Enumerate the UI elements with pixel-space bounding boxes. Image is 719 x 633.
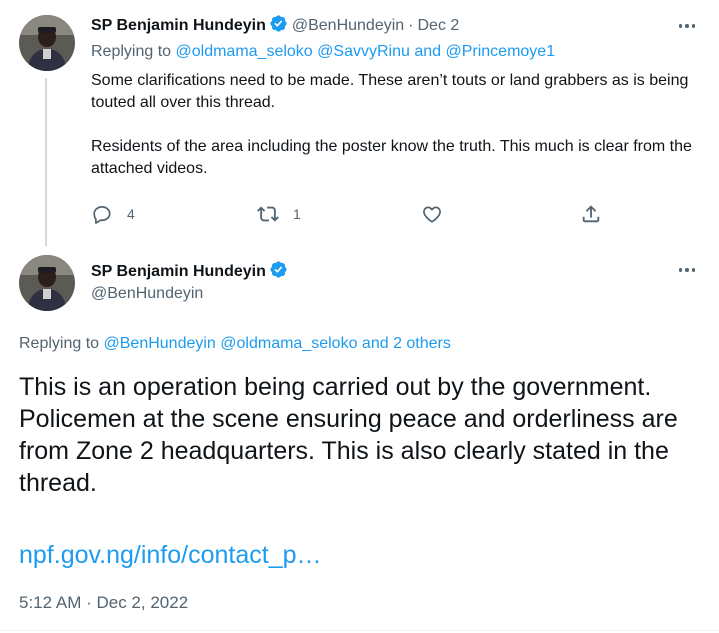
author-handle[interactable]: @BenHundeyin xyxy=(292,17,404,34)
mention-and[interactable]: and xyxy=(414,43,441,60)
share-button[interactable] xyxy=(580,203,602,225)
author-handle[interactable]: @BenHundeyin xyxy=(91,285,203,303)
verified-badge-icon xyxy=(270,15,287,32)
more-icon[interactable] xyxy=(676,18,698,34)
tweet-date[interactable]: Dec 2 xyxy=(418,17,460,34)
tweet-header: SP Benjamin Hundeyin xyxy=(91,260,288,282)
retweet-button[interactable]: 1 xyxy=(257,203,301,225)
tweet-paragraph: Residents of the area including the post… xyxy=(91,138,692,177)
replying-to-label: Replying to xyxy=(19,335,100,352)
avatar-image xyxy=(19,255,75,311)
author-name[interactable]: SP Benjamin Hundeyin xyxy=(91,263,266,280)
retweet-icon xyxy=(257,206,279,222)
tweet-timestamp[interactable]: 5:12 AM · Dec 2, 2022 xyxy=(19,592,188,614)
separator-dot: · xyxy=(408,17,414,34)
others-link[interactable]: and 2 others xyxy=(362,335,451,352)
like-icon xyxy=(423,206,441,223)
avatar[interactable] xyxy=(19,255,75,311)
reply-button[interactable]: 4 xyxy=(91,203,135,225)
replying-to-line: Replying to @oldmama_seloko @SavvyRinu a… xyxy=(91,41,555,62)
reply-count: 4 xyxy=(127,206,135,222)
avatar[interactable] xyxy=(19,15,75,71)
tweet-body: Some clarifications need to be made. The… xyxy=(91,70,703,180)
more-icon[interactable] xyxy=(676,262,698,278)
avatar-image xyxy=(19,15,75,71)
reply-icon xyxy=(93,205,111,224)
author-name[interactable]: SP Benjamin Hundeyin xyxy=(91,17,266,34)
replying-to-label: Replying to xyxy=(91,43,172,60)
thread-connector-line xyxy=(45,78,47,246)
tweet-paragraph: Some clarifications need to be made. The… xyxy=(91,72,689,111)
replying-to-line: Replying to @BenHundeyin @oldmama_seloko… xyxy=(19,333,451,354)
retweet-count: 1 xyxy=(293,206,301,222)
mention-link[interactable]: @BenHundeyin xyxy=(104,335,216,352)
mention-link[interactable]: @Princemoye1 xyxy=(445,43,555,60)
tweet-body: This is an operation being carried out b… xyxy=(19,373,678,497)
verified-badge-icon xyxy=(270,261,287,278)
tweet-header: SP Benjamin Hundeyin @BenHundeyin · Dec 2 xyxy=(91,14,459,36)
divider xyxy=(0,630,719,631)
share-icon xyxy=(582,205,600,223)
tweet-actions: 4 1 xyxy=(91,203,611,225)
tweet-link[interactable]: npf.gov.ng/info/contact_p… xyxy=(19,539,322,571)
mention-link[interactable]: @oldmama_seloko xyxy=(176,43,313,60)
mention-link[interactable]: @oldmama_seloko xyxy=(220,335,357,352)
mention-link[interactable]: @SavvyRinu xyxy=(317,43,410,60)
like-button[interactable] xyxy=(421,203,443,225)
